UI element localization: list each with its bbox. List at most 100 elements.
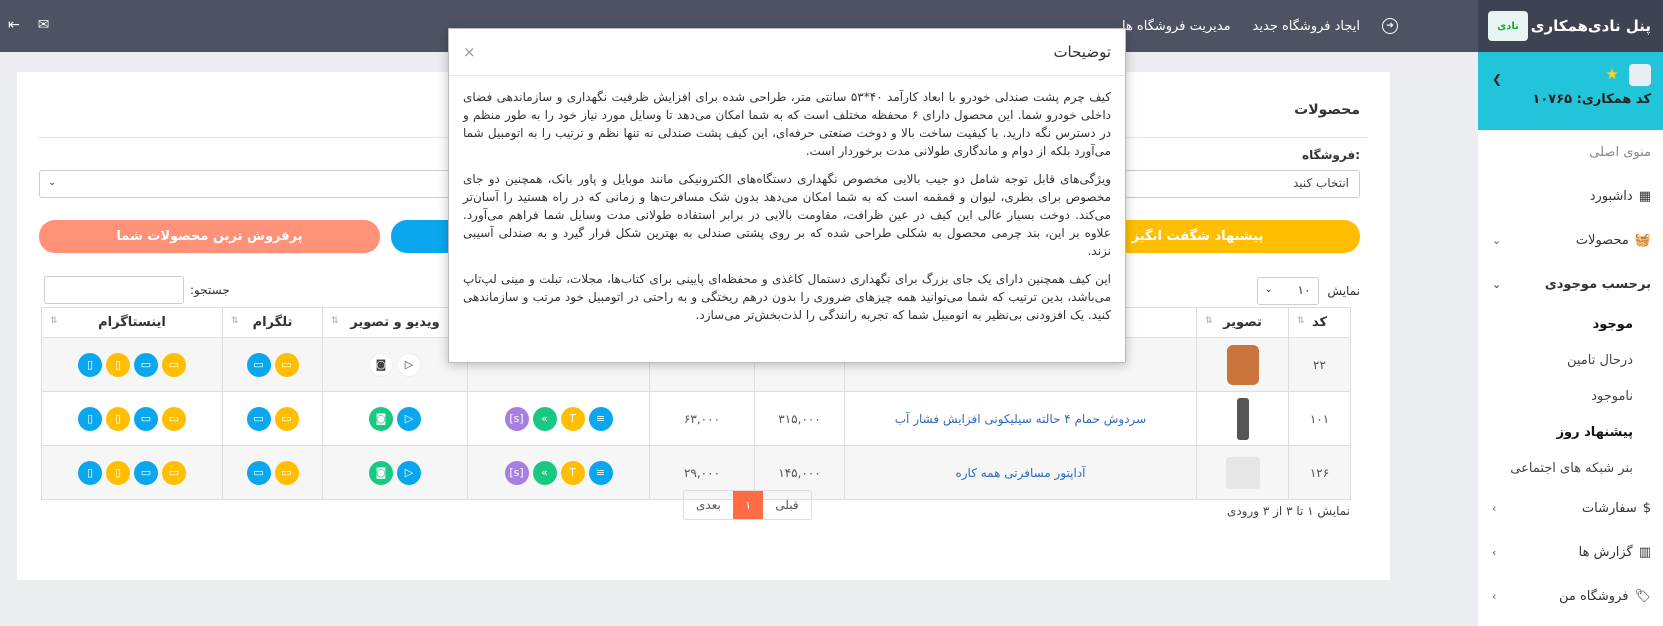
sidebar-item-dashboard[interactable]: ▦ داشبورد [1478, 174, 1663, 218]
laptop-icon[interactable]: ▭ [162, 352, 186, 377]
cell-media: ◙ ▷ [322, 445, 468, 500]
star-icon: ★ [1605, 64, 1619, 83]
mobile-icon[interactable]: ▯ [78, 460, 102, 485]
basket-icon: 🧺 [1634, 232, 1651, 248]
avatar [1629, 64, 1651, 86]
sidebar-item-my-store[interactable]: 🏷 فروشگاه من › [1478, 574, 1663, 618]
desktop-icon[interactable]: ▭ [134, 352, 158, 377]
product-thumbnail[interactable] [1236, 397, 1249, 440]
share-icon[interactable]: « [532, 460, 557, 485]
sidebar-item-orders[interactable]: $ سفارشات › [1478, 486, 1663, 530]
cell-name[interactable]: آداپتور مسافرتی همه کاره [844, 445, 1197, 500]
sidebar-item-label: فروشگاه من [1558, 588, 1629, 604]
nav-manage-stores[interactable]: مدیریت فروشگاه ها [1122, 19, 1231, 34]
dashboard-icon: ▦ [1638, 188, 1651, 204]
cell-code: ۱۲۶ [1288, 445, 1351, 500]
mail-icon[interactable]: ✉ [38, 17, 50, 33]
table-row: ۱۰۱ سردوش حمام ۴ حالته سیلیکونی افزایش ف… [41, 391, 1351, 446]
text-icon[interactable]: T [560, 460, 585, 485]
pagination: بعدی ۱ قبلی [683, 490, 812, 520]
desktop-icon[interactable]: ▭ [134, 406, 158, 431]
sidebar-sub-supplying[interactable]: درحال تامین [1478, 342, 1663, 378]
play-icon[interactable]: ▷ [397, 352, 421, 377]
cell-image[interactable] [1196, 337, 1289, 392]
cell-media: ◙ ▷ [322, 337, 468, 392]
list-icon[interactable]: ≡ [588, 406, 613, 431]
mobile-icon[interactable]: ▯ [106, 406, 130, 431]
exit-icon[interactable]: ⇤ [8, 17, 20, 33]
chevron-down-icon: ⌄ [1492, 277, 1502, 291]
pager-current[interactable]: ۱ [732, 491, 764, 519]
chevron-down-icon: ⌄ [48, 177, 57, 188]
cell-image[interactable] [1196, 391, 1289, 446]
description-modal: توضیحات × کیف چرم پشت صندلی خودرو با ابع… [448, 28, 1126, 363]
product-thumbnail[interactable] [1225, 456, 1260, 489]
sidebar-item-label: داشبورد [1589, 188, 1633, 204]
play-icon[interactable]: ▷ [397, 460, 421, 485]
sidebar-sub-unavailable[interactable]: ناموجود [1478, 378, 1663, 414]
pager-next[interactable]: بعدی [684, 491, 733, 519]
laptop-icon[interactable]: ▭ [162, 406, 186, 431]
col-instagram[interactable]: اینستاگرام ⇅ [41, 307, 223, 338]
sort-icon: ⇅ [231, 316, 239, 326]
cell-code: ۲۲ [1288, 337, 1351, 392]
col-video-image[interactable]: ویدیو و تصویر ⇅ [322, 307, 468, 338]
cell-name[interactable]: سردوش حمام ۴ حالته سیلیکونی افزایش فشار … [844, 391, 1197, 446]
close-icon[interactable]: × [463, 43, 476, 61]
col-code[interactable]: کد ⇅ [1288, 307, 1351, 338]
share-icon[interactable]: « [532, 406, 557, 431]
cell-telegram: ▭ ▭ [222, 337, 323, 392]
modal-header: توضیحات × [449, 29, 1125, 76]
desktop-icon[interactable]: ▭ [246, 460, 271, 485]
sidebar-sub-social-banner[interactable]: بنر شبکه های اجتماعی [1478, 450, 1663, 486]
cell-instagram: ▯ ▯ ▭ ▭ [41, 391, 223, 446]
sidebar-item-reports[interactable]: ▥ گزارش ها › [1478, 530, 1663, 574]
sidebar-sub-daily-offer[interactable]: پیشنهاد روز [1478, 414, 1663, 450]
desktop-icon[interactable]: ▭ [246, 352, 271, 377]
sidebar-item-label: محصولات [1575, 232, 1629, 248]
chevron-left-icon[interactable]: ❯ [1492, 72, 1502, 86]
search-input[interactable] [44, 276, 184, 304]
mobile-icon[interactable]: ▯ [78, 352, 102, 377]
modal-title: توضیحات [1053, 43, 1111, 61]
mobile-icon[interactable]: ▯ [106, 352, 130, 377]
chart-icon: ▥ [1638, 544, 1651, 560]
list-icon[interactable]: ≡ [588, 460, 613, 485]
text-icon[interactable]: T [560, 406, 585, 431]
cell-image[interactable] [1196, 445, 1289, 500]
col-image[interactable]: تصویر ⇅ [1196, 307, 1289, 338]
modal-paragraph: ویژگی‌های قابل توجه شامل دو جیب بالایی م… [463, 172, 1111, 258]
sidebar-item-stock-tag[interactable]: برحسب موجودی ⌄ [1478, 262, 1663, 306]
show-label: نمایش [1327, 284, 1360, 298]
laptop-icon[interactable]: ▭ [274, 460, 299, 485]
camera-icon[interactable]: ◙ [369, 352, 393, 377]
cell-telegram: ▭ ▭ [222, 391, 323, 446]
page-length-select[interactable]: ۱۰ ⌄ [1257, 277, 1320, 305]
desktop-icon[interactable]: ▭ [246, 406, 271, 431]
laptop-icon[interactable]: ▭ [162, 460, 186, 485]
laptop-icon[interactable]: ▭ [274, 406, 299, 431]
camera-icon[interactable]: ◙ [369, 406, 393, 431]
best-seller-button[interactable]: پرفروش ترین محصولات شما [39, 220, 380, 253]
mobile-icon[interactable]: ▯ [78, 406, 102, 431]
desktop-icon[interactable]: ▭ [134, 460, 158, 485]
laptop-icon[interactable]: ▭ [274, 352, 299, 377]
sidebar-sub-available[interactable]: موجود [1478, 306, 1663, 342]
size-icon[interactable]: [s] [504, 460, 529, 485]
sidebar-item-products[interactable]: 🧺 محصولات ⌄ [1478, 218, 1663, 262]
camera-icon[interactable]: ◙ [369, 460, 393, 485]
cell-media: ◙ ▷ [322, 391, 468, 446]
col-telegram[interactable]: تلگرام ⇅ [222, 307, 323, 338]
play-icon[interactable]: ▷ [397, 406, 421, 431]
arrow-circle-icon[interactable]: ➜ [1382, 18, 1398, 34]
chevron-right-icon: › [1492, 501, 1497, 515]
product-thumbnail[interactable] [1226, 344, 1259, 385]
tag-icon: 🏷 [1634, 588, 1651, 604]
nav-create-store[interactable]: ایجاد فروشگاه جدید [1253, 19, 1360, 34]
dollar-icon: $ [1642, 500, 1651, 516]
size-icon[interactable]: [s] [504, 406, 529, 431]
pager-prev[interactable]: قبلی [763, 491, 810, 519]
sidebar-main-menu: منوی اصلی [1589, 144, 1651, 160]
user-box: ★ کد همکاری: ۱۰۷۶۵ ❯ [1478, 52, 1663, 130]
mobile-icon[interactable]: ▯ [106, 460, 130, 485]
